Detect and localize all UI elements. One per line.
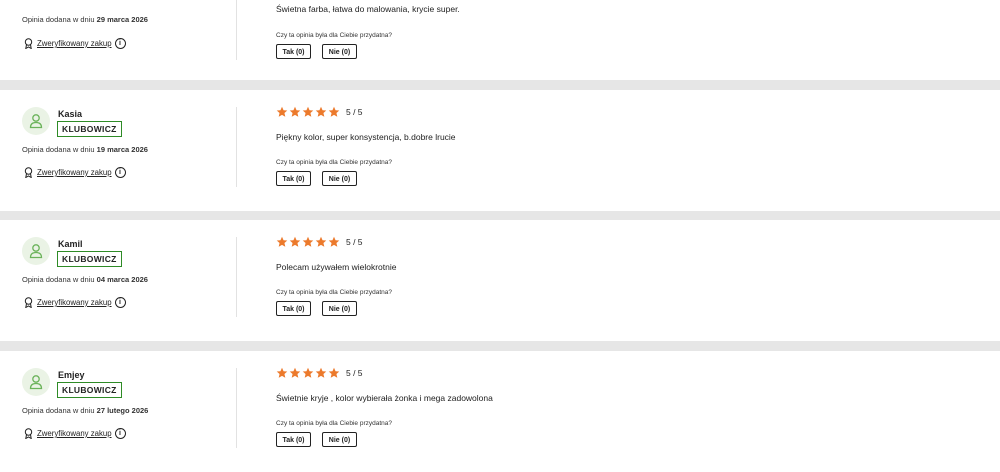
verified-purchase[interactable]: Zweryfikowany zakup i	[24, 167, 126, 178]
review-date: Opinia dodana w dniu 29 marca 2026	[22, 15, 148, 24]
helpful-yes-button[interactable]: Tak (0)	[276, 44, 311, 59]
star-icon	[328, 367, 340, 378]
review-date: Opinia dodana w dniu 19 marca 2026	[22, 145, 148, 154]
star-icon	[289, 236, 301, 247]
helpful-yes-button[interactable]: Tak (0)	[276, 432, 311, 447]
avatar	[22, 368, 50, 396]
review-date: Opinia dodana w dniu 27 lutego 2026	[22, 406, 149, 415]
avatar	[22, 107, 50, 135]
star-icon	[302, 106, 314, 117]
rating-score: 5 / 5	[346, 107, 363, 117]
verified-purchase[interactable]: Zweryfikowany zakup i	[24, 38, 126, 49]
review-date: Opinia dodana w dniu 04 marca 2026	[22, 275, 148, 284]
review-card: KLUBOWICZ Opinia dodana w dniu 29 marca …	[0, 0, 1000, 80]
review-author-name: Emjey	[58, 370, 85, 380]
verified-purchase-link[interactable]: Zweryfikowany zakup	[37, 429, 112, 438]
verified-purchase-link[interactable]: Zweryfikowany zakup	[37, 298, 112, 307]
helpful-no-button[interactable]: Nie (0)	[322, 171, 357, 186]
review-text: Świetnie kryje , kolor wybierała żonka i…	[276, 393, 493, 403]
star-icon	[302, 367, 314, 378]
review-text: Polecam używałem wielokrotnie	[276, 262, 397, 272]
star-icon	[315, 106, 327, 117]
verified-purchase[interactable]: Zweryfikowany zakup i	[24, 297, 126, 308]
review-text: Piękny kolor, super konsystencja, b.dobr…	[276, 132, 456, 142]
divider	[236, 107, 237, 187]
review-author-name: Kamil	[58, 239, 83, 249]
star-icon	[328, 236, 340, 247]
ribbon-badge-icon	[24, 297, 33, 308]
star-icon	[315, 367, 327, 378]
helpful-question: Czy ta opinia była dla Ciebie przydatna?	[276, 32, 392, 39]
review-card: Kamil KLUBOWICZ Opinia dodana w dniu 04 …	[0, 220, 1000, 341]
ribbon-badge-icon	[24, 38, 33, 49]
klubowicz-badge: KLUBOWICZ	[57, 121, 122, 137]
user-icon	[29, 375, 43, 390]
helpful-question: Czy ta opinia była dla Ciebie przydatna?	[276, 159, 392, 166]
info-icon[interactable]: i	[114, 167, 126, 178]
klubowicz-badge: KLUBOWICZ	[57, 382, 122, 398]
ribbon-badge-icon	[24, 167, 33, 178]
helpful-question: Czy ta opinia była dla Ciebie przydatna?	[276, 289, 392, 296]
helpful-yes-button[interactable]: Tak (0)	[276, 301, 311, 316]
star-icon	[289, 106, 301, 117]
user-icon	[29, 114, 43, 129]
verified-purchase-link[interactable]: Zweryfikowany zakup	[37, 168, 112, 177]
star-icon	[276, 106, 288, 117]
helpful-yes-button[interactable]: Tak (0)	[276, 171, 311, 186]
helpful-question: Czy ta opinia była dla Ciebie przydatna?	[276, 420, 392, 427]
klubowicz-badge: KLUBOWICZ	[57, 251, 122, 267]
info-icon[interactable]: i	[114, 297, 126, 308]
avatar	[22, 237, 50, 265]
star-icon	[276, 236, 288, 247]
user-icon	[29, 244, 43, 259]
review-card: Emjey KLUBOWICZ Opinia dodana w dniu 27 …	[0, 351, 1000, 472]
rating-score: 5 / 5	[346, 368, 363, 378]
divider	[236, 0, 237, 60]
star-rating: 5 / 5	[276, 367, 363, 379]
star-rating: 5 / 5	[276, 106, 363, 118]
ribbon-badge-icon	[24, 428, 33, 439]
star-icon	[276, 367, 288, 378]
review-author-name: Kasia	[58, 109, 83, 119]
info-icon[interactable]: i	[114, 428, 126, 439]
review-card: Kasia KLUBOWICZ Opinia dodana w dniu 19 …	[0, 90, 1000, 211]
helpful-no-button[interactable]: Nie (0)	[322, 301, 357, 316]
star-icon	[328, 106, 340, 117]
star-icon	[302, 236, 314, 247]
info-icon[interactable]: i	[114, 38, 126, 49]
verified-purchase-link[interactable]: Zweryfikowany zakup	[37, 39, 112, 48]
divider	[236, 368, 237, 448]
helpful-no-button[interactable]: Nie (0)	[322, 44, 357, 59]
helpful-no-button[interactable]: Nie (0)	[322, 432, 357, 447]
star-rating: 5 / 5	[276, 236, 363, 248]
star-icon	[289, 367, 301, 378]
review-text: Świetna farba, łatwa do malowania, kryci…	[276, 4, 460, 14]
divider	[236, 237, 237, 317]
rating-score: 5 / 5	[346, 237, 363, 247]
verified-purchase[interactable]: Zweryfikowany zakup i	[24, 428, 126, 439]
star-icon	[315, 236, 327, 247]
